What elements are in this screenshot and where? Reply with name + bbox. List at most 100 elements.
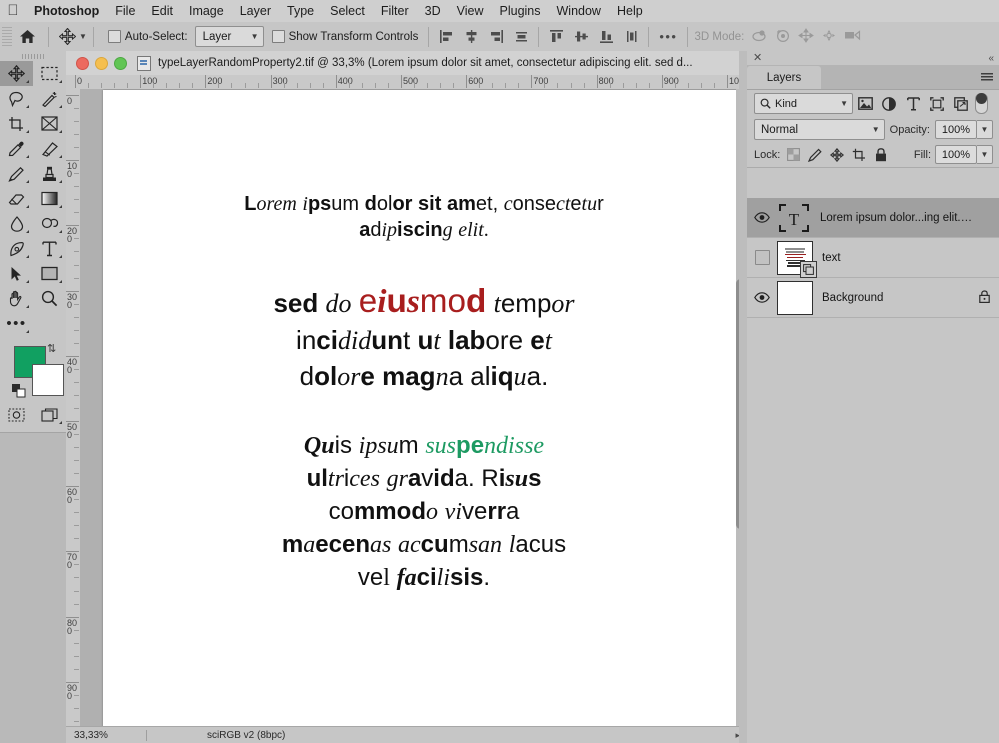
maximize-window-button[interactable]	[114, 56, 127, 70]
menu-item-type[interactable]: Type	[279, 0, 322, 22]
chevron-down-icon[interactable]: ▼	[79, 32, 87, 41]
minimize-window-button[interactable]	[95, 56, 108, 70]
table-row[interactable]: Background	[747, 278, 999, 318]
distribute-horizontal-icon[interactable]	[620, 27, 642, 47]
fill-value[interactable]: 100%	[935, 145, 977, 164]
lock-all-icon[interactable]	[872, 146, 890, 164]
panel-close-icon[interactable]: ✕	[753, 52, 762, 64]
checkbox-box[interactable]	[271, 30, 285, 43]
canvas-area[interactable]: Lorem ipsum dolor sit amet, consectetur …	[80, 89, 746, 743]
toolbox-grip[interactable]	[0, 51, 66, 61]
lock-transparent-pixels-icon[interactable]	[784, 146, 802, 164]
document-titlebar[interactable]: typeLayerRandomProperty2.tif @ 33,3% (Lo…	[66, 51, 746, 76]
horizontal-ruler[interactable]: 0100200300400500600700800900100011001200…	[66, 75, 746, 90]
auto-select-checkbox[interactable]: Auto-Select:	[107, 30, 188, 43]
layer-visibility-toggle[interactable]	[747, 238, 777, 277]
hand-tool[interactable]	[0, 286, 33, 311]
layer-thumbnail[interactable]	[777, 240, 817, 278]
menu-item-select[interactable]: Select	[322, 0, 373, 22]
path-selection-tool[interactable]	[0, 261, 33, 286]
layer-lock-icon[interactable]	[979, 289, 990, 306]
layer-filter-kind-dropdown[interactable]: Kind ▼	[754, 93, 853, 114]
edit-toolbar-tool[interactable]: •••	[0, 311, 33, 336]
menu-item-layer[interactable]: Layer	[232, 0, 279, 22]
more-options-icon[interactable]: •••	[655, 30, 681, 43]
auto-select-scope-dropdown[interactable]: Layer ▼	[194, 26, 264, 47]
filter-pixel-icon[interactable]	[853, 93, 877, 115]
brush-tool[interactable]	[0, 161, 33, 186]
blur-tool[interactable]	[0, 211, 33, 236]
layer-visibility-toggle[interactable]	[747, 278, 777, 317]
menu-item-3d[interactable]: 3D	[417, 0, 449, 22]
menu-item-window[interactable]: Window	[549, 0, 609, 22]
align-vertical-centers-icon[interactable]	[570, 27, 592, 47]
checkbox-box[interactable]	[107, 30, 121, 43]
menu-item-edit[interactable]: Edit	[143, 0, 181, 22]
menu-item-photoshop[interactable]: Photoshop	[26, 0, 107, 22]
vertical-ruler[interactable]: 0100200300400500600700800900100	[66, 89, 81, 743]
panel-collapse-icon[interactable]: «	[988, 53, 994, 64]
menu-item-image[interactable]: Image	[181, 0, 232, 22]
align-bottom-edges-icon[interactable]	[510, 27, 532, 47]
move-tool[interactable]	[0, 61, 33, 86]
layer-visibility-toggle[interactable]	[747, 198, 777, 237]
menu-item-filter[interactable]: Filter	[373, 0, 417, 22]
menu-item-help[interactable]: Help	[609, 0, 651, 22]
lock-artboard-nesting-icon[interactable]	[850, 146, 868, 164]
filter-smartobject-icon[interactable]	[949, 93, 973, 115]
zoom-level[interactable]: 33,33%	[66, 730, 146, 741]
layer-name[interactable]: Background	[822, 292, 883, 304]
distribute-bottom-icon[interactable]	[595, 27, 617, 47]
menu-item-file[interactable]: File	[107, 0, 143, 22]
filter-type-icon[interactable]	[901, 93, 925, 115]
align-right-edges-icon[interactable]	[485, 27, 507, 47]
layer-name[interactable]: text	[822, 252, 841, 264]
opacity-value[interactable]: 100%	[935, 120, 977, 139]
crop-tool[interactable]	[0, 111, 33, 136]
pen-tool[interactable]	[0, 236, 33, 261]
layer-name[interactable]: Lorem ipsum dolor...ing elit. sed d	[820, 212, 975, 224]
current-tool-move-icon[interactable]: ▼	[55, 28, 87, 45]
default-colors-icon[interactable]	[12, 384, 26, 401]
clone-stamp-tool[interactable]	[33, 161, 66, 186]
zoom-tool[interactable]	[33, 286, 66, 311]
filter-adjustment-icon[interactable]	[877, 93, 901, 115]
show-transform-controls-checkbox[interactable]: Show Transform Controls	[271, 30, 418, 43]
spot-healing-brush-tool[interactable]	[33, 136, 66, 161]
magic-wand-tool[interactable]	[33, 86, 66, 111]
lock-image-pixels-icon[interactable]	[806, 146, 824, 164]
quick-mask-icon[interactable]	[0, 402, 33, 427]
blend-mode-dropdown[interactable]: Normal ▼	[754, 119, 885, 140]
filter-toggle-icon[interactable]	[975, 93, 988, 115]
close-window-button[interactable]	[76, 56, 89, 70]
layer-thumbnail[interactable]: T	[777, 202, 811, 234]
align-horizontal-centers-icon[interactable]	[460, 27, 482, 47]
dodge-tool[interactable]	[33, 211, 66, 236]
rectangular-marquee-tool[interactable]	[33, 61, 66, 86]
layer-thumbnail[interactable]	[777, 280, 813, 315]
opacity-stepper-icon[interactable]: ▼	[977, 120, 993, 139]
gradient-tool[interactable]	[33, 186, 66, 211]
tab-layers[interactable]: Layers	[747, 66, 821, 89]
eye-off-icon[interactable]	[754, 250, 770, 265]
eraser-tool[interactable]	[0, 186, 33, 211]
screen-mode-icon[interactable]	[33, 402, 66, 427]
type-tool[interactable]	[33, 236, 66, 261]
document-canvas[interactable]: Lorem ipsum dolor sit amet, consectetur …	[103, 90, 745, 736]
menu-item-view[interactable]: View	[449, 0, 492, 22]
align-top-edges-icon[interactable]	[545, 27, 567, 47]
fill-stepper-icon[interactable]: ▼	[977, 145, 993, 164]
home-icon[interactable]	[12, 29, 42, 44]
lasso-tool[interactable]	[0, 86, 33, 111]
table-row[interactable]: T Lorem ipsum dolor...ing elit. sed d	[747, 198, 999, 238]
eyedropper-tool[interactable]	[0, 136, 33, 161]
panel-scrollbar[interactable]	[739, 51, 747, 743]
panel-menu-icon[interactable]	[981, 66, 999, 89]
table-row[interactable]: text	[747, 238, 999, 278]
filter-shape-icon[interactable]	[925, 93, 949, 115]
options-bar-grip[interactable]	[2, 26, 12, 47]
apple-logo-icon[interactable]: 	[0, 3, 26, 20]
rectangle-tool[interactable]	[33, 261, 66, 286]
document-info[interactable]: sciRGB v2 (8bpc)	[147, 730, 285, 741]
frame-tool[interactable]	[33, 111, 66, 136]
